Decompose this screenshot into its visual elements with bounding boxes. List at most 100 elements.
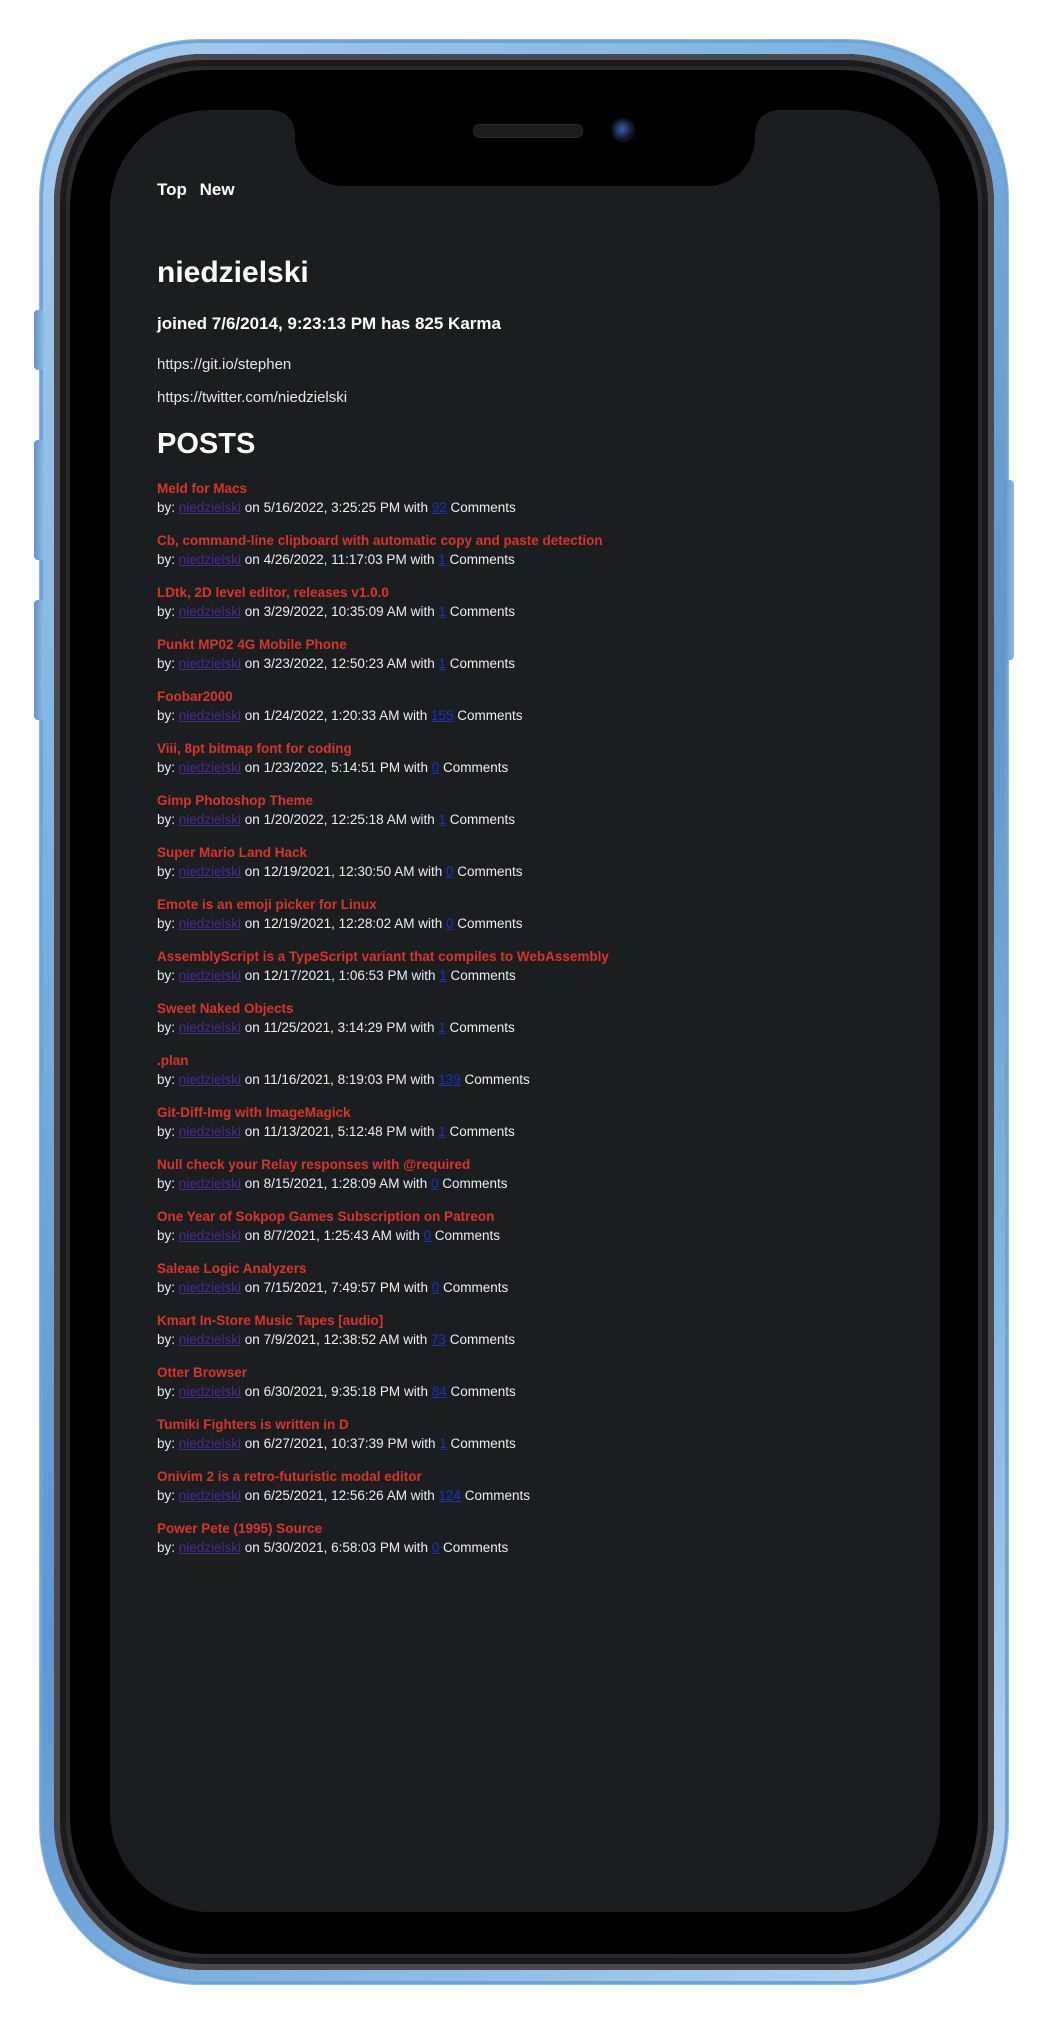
post-with-label: with [400,760,432,775]
post-author-link[interactable]: niedzielski [179,604,241,619]
post-by-label: by: [157,1072,179,1087]
post-comments-count-link[interactable]: 1 [438,552,446,567]
post-on-label: on [241,552,264,567]
post-title-link[interactable]: Foobar2000 [157,687,897,706]
post-comments-count-link[interactable]: 0 [423,1228,431,1243]
post-author-link[interactable]: niedzielski [179,1228,241,1243]
post-on-label: on [241,1176,264,1191]
profile-username: niedzielski [157,256,309,289]
post-with-label: with [400,1280,432,1295]
post-item: Power Pete (1995) Source by: niedzielski … [157,1519,897,1557]
post-author-link[interactable]: niedzielski [179,1384,241,1399]
post-author-link[interactable]: niedzielski [179,1176,241,1191]
post-author-link[interactable]: niedzielski [179,1124,241,1139]
post-date: 1/24/2022, 1:20:33 AM [263,708,400,723]
post-comments-count-link[interactable]: 1 [439,968,447,983]
post-title-link[interactable]: Viii, 8pt bitmap font for coding [157,739,897,758]
post-item: Git-Diff-Img with ImageMagick by: niedzie… [157,1103,897,1141]
post-author-link[interactable]: niedzielski [179,760,241,775]
post-on-label: on [241,1124,264,1139]
post-title-link[interactable]: Meld for Macs [157,479,897,498]
post-author-link[interactable]: niedzielski [179,656,241,671]
post-meta: by: niedzielski on 5/16/2022, 3:25:25 PM… [157,498,897,517]
profile-about-line: https://git.io/stephen [157,356,292,373]
post-by-label: by: [157,812,179,827]
post-item: Punkt MP02 4G Mobile Phone by: niedzielsk… [157,635,897,673]
post-author-link[interactable]: niedzielski [179,864,241,879]
post-title-link[interactable]: Null check your Relay responses with @re… [157,1155,897,1174]
post-on-label: on [241,604,264,619]
volume-down-button [34,600,44,720]
post-title-link[interactable]: Super Mario Land Hack [157,843,897,862]
post-title-link[interactable]: Sweet Naked Objects [157,999,897,1018]
post-title-link[interactable]: Cb, command-line clipboard with automati… [157,531,897,550]
post-comments-count-link[interactable]: 1 [438,656,446,671]
post-meta: by: niedzielski on 11/13/2021, 5:12:48 P… [157,1122,897,1141]
post-item: Saleae Logic Analyzers by: niedzielski on… [157,1259,897,1297]
post-comments-count-link[interactable]: 1 [438,1020,446,1035]
post-comments-count-link[interactable]: 124 [438,1488,461,1503]
post-by-label: by: [157,1020,179,1035]
post-title-link[interactable]: Kmart In-Store Music Tapes [audio] [157,1311,897,1330]
post-date: 5/30/2021, 6:58:03 PM [263,1540,401,1555]
nav-top-link[interactable]: Top [157,180,187,199]
post-comments-count-link[interactable]: 139 [438,1072,461,1087]
profile-about: https://git.io/stephen https://twitter.co… [157,356,897,406]
post-title-link[interactable]: Power Pete (1995) Source [157,1519,897,1538]
post-meta: by: niedzielski on 1/23/2022, 5:14:51 PM… [157,758,897,777]
nav-new-link[interactable]: New [200,180,235,199]
post-with-label: with [406,604,439,619]
post-author-link[interactable]: niedzielski [179,1280,241,1295]
front-camera-icon [613,120,633,140]
post-comments-count-link[interactable]: 1 [438,1124,446,1139]
post-title-link[interactable]: Git-Diff-Img with ImageMagick [157,1103,897,1122]
post-author-link[interactable]: niedzielski [179,1072,241,1087]
post-author-link[interactable]: niedzielski [179,708,241,723]
post-date: 12/19/2021, 12:28:02 AM [263,916,415,931]
post-comments-count-link[interactable]: 73 [431,1332,446,1347]
post-with-label: with [391,1228,424,1243]
power-button [1004,480,1014,660]
post-with-label: with [406,1124,439,1139]
post-meta: by: niedzielski on 8/15/2021, 1:28:09 AM… [157,1174,897,1193]
post-author-link[interactable]: niedzielski [179,1436,241,1451]
post-author-link[interactable]: niedzielski [179,968,241,983]
post-comments-count-link[interactable]: 84 [432,1384,447,1399]
post-comments-label: Comments [445,656,516,671]
post-title-link[interactable]: Otter Browser [157,1363,897,1382]
post-author-link[interactable]: niedzielski [179,1020,241,1035]
page-content: Top New niedzielski joined 7/6/2014, 9:2… [157,180,897,1571]
post-by-label: by: [157,552,179,567]
post-comments-count-link[interactable]: 155 [431,708,454,723]
post-comments-count-link[interactable]: 1 [438,812,446,827]
post-author-link[interactable]: niedzielski [179,552,241,567]
post-title-link[interactable]: AssemblyScript is a TypeScript variant t… [157,947,897,966]
post-title-link[interactable]: Emote is an emoji picker for Linux [157,895,897,914]
post-title-link[interactable]: Saleae Logic Analyzers [157,1259,897,1278]
post-comments-label: Comments [445,552,515,567]
post-title-link[interactable]: Punkt MP02 4G Mobile Phone [157,635,897,654]
post-comments-count-link[interactable]: 1 [439,1436,447,1451]
post-meta: by: niedzielski on 1/24/2022, 1:20:33 AM… [157,706,897,725]
post-comments-label: Comments [439,1280,509,1295]
post-comments-count-link[interactable]: 92 [432,500,447,515]
post-title-link[interactable]: .plan [157,1051,897,1070]
post-author-link[interactable]: niedzielski [179,812,241,827]
post-title-link[interactable]: Tumiki Fighters is written in D [157,1415,897,1434]
post-author-link[interactable]: niedzielski [179,1332,241,1347]
post-title-link[interactable]: Gimp Photoshop Theme [157,791,897,810]
profile-joined-karma: joined 7/6/2014, 9:23:13 PM has 825 Karm… [157,314,501,333]
post-by-label: by: [157,968,179,983]
post-title-link[interactable]: One Year of Sokpop Games Subscription on… [157,1207,897,1226]
post-author-link[interactable]: niedzielski [179,916,241,931]
post-title-link[interactable]: LDtk, 2D level editor, releases v1.0.0 [157,583,897,602]
post-with-label: with [406,812,439,827]
post-comments-count-link[interactable]: 1 [438,604,446,619]
post-comments-label: Comments [453,708,523,723]
post-author-link[interactable]: niedzielski [179,1540,241,1555]
post-comments-label: Comments [439,760,509,775]
post-title-link[interactable]: Onivim 2 is a retro-futuristic modal edi… [157,1467,897,1486]
post-item: Tumiki Fighters is written in Dby: niedz… [157,1415,897,1453]
post-author-link[interactable]: niedzielski [179,1488,241,1503]
post-author-link[interactable]: niedzielski [179,500,241,515]
